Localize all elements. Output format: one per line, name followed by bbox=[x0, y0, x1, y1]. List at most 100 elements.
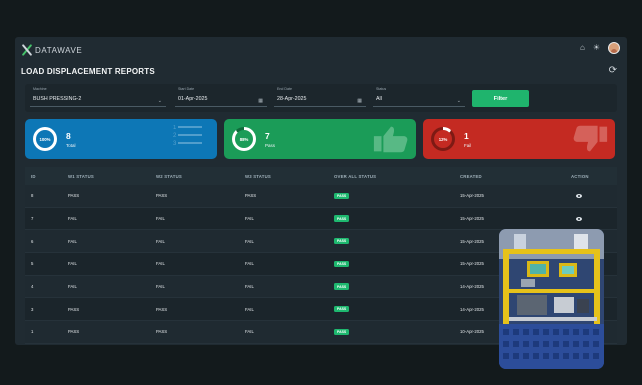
list-number: 3 bbox=[173, 141, 177, 147]
status-badge: PASS bbox=[334, 306, 350, 313]
cell-id: 7 bbox=[31, 216, 34, 222]
cell-created: 15-Apr-2025 bbox=[460, 238, 484, 244]
col-overall-status: OVER ALL STATUS bbox=[334, 173, 377, 179]
brand-logo: DATAWAVE bbox=[21, 44, 82, 56]
eye-icon[interactable] bbox=[576, 193, 582, 198]
chevron-down-icon: ⌄ bbox=[157, 98, 162, 104]
chevron-down-icon: ⌄ bbox=[456, 98, 461, 104]
cell-w2: FAIL bbox=[156, 284, 165, 290]
list-numbers-icon: 1 2 3 bbox=[173, 124, 211, 154]
brand-name: DATAWAVE bbox=[35, 45, 83, 55]
col-w2-status: W2 STATUS bbox=[156, 173, 182, 179]
list-number: 1 bbox=[173, 125, 177, 131]
cell-w1: FAIL bbox=[68, 216, 77, 222]
cell-id: 8 bbox=[31, 193, 34, 199]
cell-created: 14-Apr-2025 bbox=[460, 284, 484, 290]
status-badge: PASS bbox=[334, 283, 350, 290]
calendar-icon[interactable]: ▦ bbox=[357, 98, 362, 104]
col-id: ID bbox=[31, 173, 36, 179]
thumbs-up-icon bbox=[373, 126, 408, 153]
refresh-icon[interactable]: ⟳ bbox=[609, 65, 617, 76]
top-actions: ⌂ ☀ bbox=[580, 42, 620, 54]
cell-created: 15-Apr-2025 bbox=[460, 193, 484, 199]
x-logo-icon bbox=[21, 44, 33, 56]
cell-w2: PASS bbox=[156, 193, 168, 199]
pass-label: Pass bbox=[265, 143, 276, 148]
cell-id: 4 bbox=[31, 284, 34, 290]
fail-label: Fail bbox=[464, 143, 472, 148]
fail-card: 12% 1 Fail bbox=[423, 119, 615, 159]
machine-label: Machine bbox=[33, 87, 47, 91]
cell-w1: FAIL bbox=[68, 284, 77, 290]
cell-w1: PASS bbox=[68, 306, 80, 312]
cell-w2: FAIL bbox=[156, 261, 165, 267]
cell-w3: FAIL bbox=[245, 261, 254, 267]
table-row: 7 FAIL FAIL FAIL PASS 15-Apr-2025 bbox=[25, 207, 617, 231]
total-progress-ring: 100% bbox=[33, 127, 57, 151]
pass-count: 7 bbox=[265, 131, 270, 141]
status-select[interactable]: Status All ⌄ bbox=[373, 87, 465, 107]
total-label: Total bbox=[66, 143, 76, 148]
cell-id: 1 bbox=[31, 329, 34, 335]
end-date-value: 28-Apr-2025 bbox=[277, 96, 307, 102]
cell-w1: PASS bbox=[68, 329, 80, 335]
sun-icon[interactable]: ☀ bbox=[593, 42, 600, 54]
table-row: 8 PASS PASS PASS PASS 15-Apr-2025 bbox=[25, 185, 617, 208]
cell-id: 3 bbox=[31, 306, 34, 312]
cell-w2: FAIL bbox=[156, 238, 165, 244]
cell-w3: PASS bbox=[245, 193, 257, 199]
avatar[interactable] bbox=[608, 42, 620, 54]
machine-illustration bbox=[499, 229, 604, 369]
total-count: 8 bbox=[66, 131, 71, 141]
machine-value: BUSH PRESSING-2 bbox=[33, 96, 82, 102]
status-label: Status bbox=[376, 87, 387, 91]
cell-w3: FAIL bbox=[245, 284, 254, 290]
status-badge: PASS bbox=[334, 238, 350, 245]
eye-icon[interactable] bbox=[576, 216, 582, 221]
total-card: 100% 8 Total 1 2 3 bbox=[25, 119, 217, 159]
machine-photo bbox=[499, 229, 604, 369]
list-number: 2 bbox=[173, 133, 177, 139]
col-created: CREATED bbox=[460, 173, 482, 179]
cell-w3: FAIL bbox=[245, 329, 254, 335]
total-percent: 100% bbox=[36, 130, 54, 148]
fail-count: 1 bbox=[464, 131, 469, 141]
table-header: ID W1 STATUS W2 STATUS W3 STATUS OVER AL… bbox=[25, 167, 617, 185]
start-date-field[interactable]: Start Date 01-Apr-2025 ▦ bbox=[175, 87, 267, 107]
col-w1-status: W1 STATUS bbox=[68, 173, 94, 179]
cell-w1: PASS bbox=[68, 193, 80, 199]
status-value: All bbox=[376, 96, 382, 102]
cell-w2: FAIL bbox=[156, 216, 165, 222]
status-badge: PASS bbox=[334, 215, 350, 222]
cell-created: 15-Apr-2025 bbox=[460, 216, 484, 222]
status-badge: PASS bbox=[334, 192, 350, 200]
cell-id: 6 bbox=[31, 238, 34, 244]
status-badge: PASS bbox=[334, 260, 350, 268]
cell-w1: FAIL bbox=[68, 261, 77, 267]
end-date-field[interactable]: End Date 28-Apr-2025 ▦ bbox=[274, 87, 366, 107]
start-date-value: 01-Apr-2025 bbox=[178, 96, 208, 102]
calendar-icon[interactable]: ▦ bbox=[258, 98, 263, 104]
cell-w2: PASS bbox=[156, 306, 168, 312]
fail-progress-ring: 12% bbox=[431, 127, 455, 151]
cell-w3: FAIL bbox=[245, 306, 254, 312]
cell-w1: FAIL bbox=[68, 238, 77, 244]
col-w3-status: W3 STATUS bbox=[245, 173, 271, 179]
thumbs-down-icon bbox=[573, 125, 608, 152]
pass-progress-ring: 88% bbox=[232, 127, 256, 151]
filter-button[interactable]: Filter bbox=[472, 90, 529, 107]
cell-created: 10-Apr-2025 bbox=[460, 329, 484, 335]
cell-created: 15-Apr-2025 bbox=[460, 261, 484, 267]
cell-w3: FAIL bbox=[245, 216, 254, 222]
cell-id: 5 bbox=[31, 261, 34, 267]
cell-w2: PASS bbox=[156, 329, 168, 335]
status-badge: PASS bbox=[334, 328, 350, 336]
pass-card: 88% 7 Pass bbox=[224, 119, 416, 159]
pass-percent: 88% bbox=[235, 130, 253, 148]
cell-w3: FAIL bbox=[245, 238, 254, 244]
page-title: LOAD DISPLACEMENT REPORTS bbox=[21, 67, 155, 76]
start-date-label: Start Date bbox=[178, 87, 195, 91]
machine-select[interactable]: Machine BUSH PRESSING-2 ⌄ bbox=[30, 87, 166, 107]
end-date-label: End Date bbox=[277, 87, 292, 91]
home-icon[interactable]: ⌂ bbox=[580, 42, 585, 54]
